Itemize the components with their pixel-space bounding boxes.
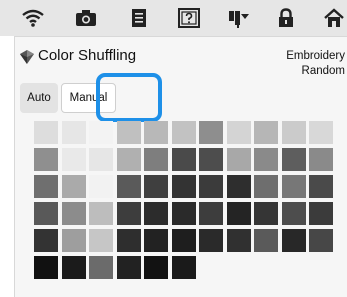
color-swatch[interactable] [199,202,223,225]
page-title: Color Shuffling [38,47,137,64]
color-swatch[interactable] [116,175,141,198]
wifi-icon[interactable] [20,6,46,30]
color-swatch[interactable] [281,202,306,225]
color-swatch[interactable] [254,121,278,144]
color-swatch[interactable] [34,148,58,171]
color-swatch[interactable] [171,175,196,198]
color-swatch[interactable] [116,148,141,171]
color-swatch[interactable] [171,229,196,252]
color-swatch[interactable] [254,202,278,225]
color-swatch[interactable] [226,202,251,225]
color-swatch[interactable] [34,256,58,279]
color-swatch[interactable] [281,148,306,171]
color-swatch[interactable] [116,256,141,279]
mode-info: Embroidery Random [286,49,345,79]
mode-line-embroidery: Embroidery [286,50,345,62]
color-swatch[interactable] [309,148,333,171]
color-swatch[interactable] [61,175,86,198]
color-swatch[interactable] [34,202,58,225]
color-swatch[interactable] [199,229,223,252]
color-swatch[interactable] [281,175,306,198]
color-swatch[interactable] [61,229,86,252]
color-swatch[interactable] [226,175,251,198]
color-swatch[interactable] [116,121,141,144]
color-swatch[interactable] [226,229,251,252]
hoop-icon[interactable] [226,6,252,30]
color-swatch[interactable] [89,229,113,252]
lock-icon[interactable] [273,6,299,30]
color-swatch[interactable] [281,121,306,144]
top-toolbar [0,0,347,36]
color-swatch[interactable] [61,148,86,171]
color-swatch[interactable] [34,121,58,144]
mode-line-random: Random [301,65,345,77]
color-swatch[interactable] [89,175,113,198]
color-swatch[interactable] [226,148,251,171]
color-swatch-grid [34,121,336,285]
color-swatch[interactable] [61,121,86,144]
color-swatch[interactable] [281,229,306,252]
color-swatch[interactable] [144,202,168,225]
color-swatch[interactable] [144,175,168,198]
color-palette-icon [20,50,34,64]
tab-manual[interactable]: Manual [61,83,116,113]
color-swatch[interactable] [309,229,333,252]
color-swatch[interactable] [309,121,333,144]
color-swatch[interactable] [171,202,196,225]
color-swatch[interactable] [89,202,113,225]
color-swatch[interactable] [144,256,168,279]
color-swatch[interactable] [171,121,196,144]
document-icon[interactable] [126,6,152,30]
color-swatch[interactable] [226,121,251,144]
color-swatch[interactable] [89,148,113,171]
color-swatch[interactable] [144,148,168,171]
color-swatch[interactable] [61,256,86,279]
color-swatch[interactable] [116,202,141,225]
color-swatch[interactable] [309,202,333,225]
color-swatch[interactable] [254,148,278,171]
color-swatch[interactable] [144,229,168,252]
camera-icon[interactable] [73,6,99,30]
tab-auto[interactable]: Auto [20,83,58,113]
color-swatch[interactable] [89,121,113,144]
color-swatch[interactable] [171,256,196,279]
color-swatch[interactable] [199,148,223,171]
color-swatch[interactable] [199,175,223,198]
color-swatch[interactable] [309,175,333,198]
color-swatch[interactable] [89,256,113,279]
color-swatch[interactable] [34,229,58,252]
color-swatch[interactable] [61,202,86,225]
color-swatch[interactable] [171,148,196,171]
color-swatch[interactable] [144,121,168,144]
help-icon[interactable] [176,6,202,30]
color-swatch[interactable] [34,175,58,198]
color-swatch[interactable] [254,175,278,198]
color-swatch[interactable] [199,121,223,144]
color-swatch[interactable] [116,229,141,252]
color-swatch[interactable] [254,229,278,252]
home-icon[interactable] [321,6,347,30]
